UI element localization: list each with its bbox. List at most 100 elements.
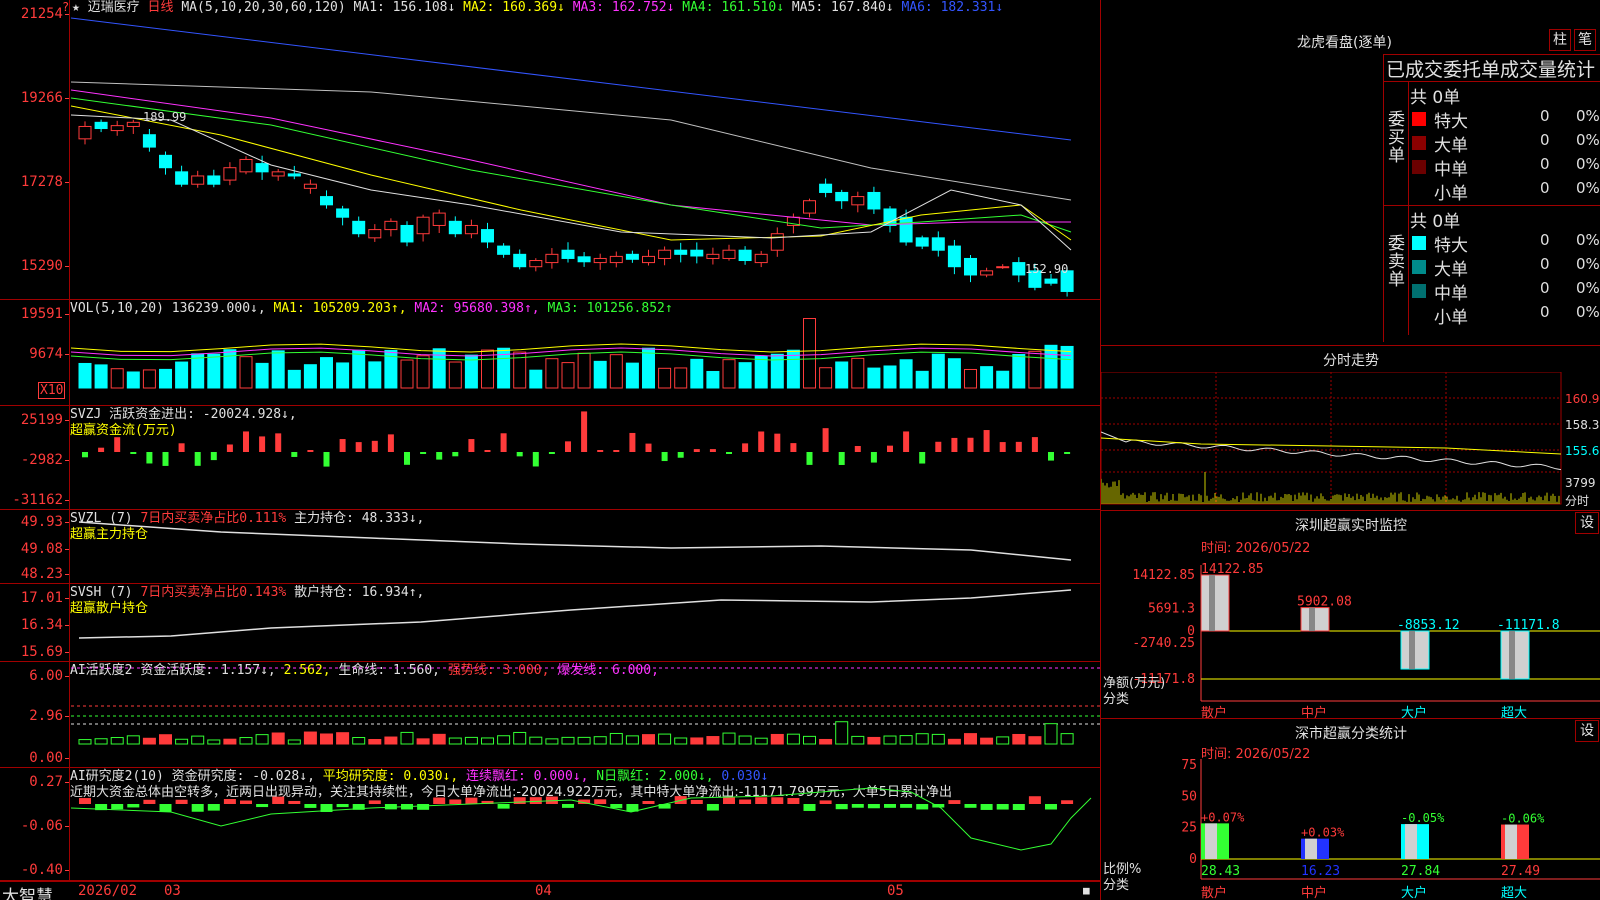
bar-mode-button[interactable]: 柱 bbox=[1549, 29, 1571, 51]
monitor-settings-button[interactable]: 设 bbox=[1575, 512, 1599, 534]
activity-bar bbox=[1028, 736, 1042, 745]
order-percent: 0% bbox=[1576, 231, 1600, 249]
research-bar bbox=[867, 804, 880, 809]
svzj-bar bbox=[404, 452, 410, 465]
brand-logo[interactable]: 大智慧 bbox=[2, 882, 53, 900]
svzj-bar bbox=[452, 452, 459, 457]
ma-line bbox=[71, 97, 1072, 233]
research-bar bbox=[610, 804, 623, 809]
classify-bar-chart: 75 50 25 0 比例%分类 +0.07% 28.43 散户 +0.03% 16.23 中户 -0… bbox=[1103, 758, 1600, 900]
order-size-row: 特大 0 0% bbox=[1408, 107, 1600, 132]
monitor-bar-shade bbox=[1509, 631, 1515, 679]
monitor-tick: 14122.85 bbox=[1132, 568, 1195, 583]
order-count: 0 bbox=[1540, 107, 1550, 125]
monitor-bar-shade bbox=[1409, 631, 1415, 670]
volume-bar bbox=[255, 362, 269, 389]
activity-bar bbox=[432, 733, 446, 745]
activity-bar bbox=[819, 738, 833, 745]
candle-body bbox=[336, 208, 350, 218]
volume-bar bbox=[142, 369, 156, 389]
order-count: 0 bbox=[1540, 255, 1550, 273]
order-size-row: 中单 0 0% bbox=[1408, 279, 1600, 304]
svzl-panel[interactable]: 49.93 49.08 48.23 SVZL (7) 7日内买卖净占比0.111… bbox=[0, 510, 1100, 584]
candle-body bbox=[255, 163, 269, 173]
activity-bar bbox=[674, 737, 688, 745]
volume-bar bbox=[287, 369, 301, 389]
research-bar bbox=[787, 798, 800, 804]
classify-value-label: 16.23 bbox=[1301, 864, 1340, 879]
ai-research-axis: 0.27 -0.06 -0.40 bbox=[0, 768, 70, 880]
right-panel: 龙虎看盘(逐单) 柱 笔 已成交委托单成交量统计 委买单 共 0单 特大 0 0% 大… bbox=[1100, 0, 1600, 900]
volume-panel[interactable]: 19591 9674 X10 VOL(5,10,20) 136239.000↓,… bbox=[0, 300, 1100, 406]
candle-body bbox=[867, 191, 881, 210]
classify-bar-shade bbox=[1305, 838, 1317, 859]
ai-activity-panel[interactable]: 6.00 2.96 0.00 AI活跃度2 资金活跃度: 1.157↓, 2.5… bbox=[0, 662, 1100, 768]
tick-mode-button[interactable]: 笔 bbox=[1574, 29, 1596, 51]
research-bar bbox=[948, 800, 961, 804]
volume-bar bbox=[867, 367, 881, 389]
research-bar bbox=[900, 804, 913, 808]
volume-bar bbox=[738, 362, 752, 389]
activity-bar bbox=[239, 737, 253, 745]
activity-bar bbox=[529, 736, 543, 745]
alert-flag[interactable]: ? bbox=[62, 0, 69, 14]
lock-icon[interactable]: ■ bbox=[1083, 884, 1090, 897]
classify-settings-button[interactable]: 设 bbox=[1575, 720, 1599, 742]
candle-body bbox=[803, 200, 816, 214]
svzj-bar bbox=[114, 437, 121, 452]
svzj-bar bbox=[259, 436, 266, 452]
sell-total: 共 0单 bbox=[1410, 212, 1461, 232]
svzj-bar bbox=[291, 452, 298, 457]
activity-bar bbox=[625, 735, 639, 745]
activity-bar bbox=[416, 738, 430, 745]
intraday-panel[interactable]: 分时走势 160.9 158.3 155.6 3799 分时 bbox=[1101, 345, 1600, 510]
svzj-bar bbox=[838, 452, 845, 465]
kline-panel[interactable]: 21254 19266 17278 15290 ? ★ 迈瑞医疗 日线 MA(5… bbox=[0, 0, 1100, 300]
activity-bar bbox=[94, 738, 108, 745]
intraday-tick: 158.3 bbox=[1565, 418, 1600, 432]
ai-research-panel[interactable]: 0.27 -0.06 -0.40 AI研究度2(10) 资金研究度: -0.02… bbox=[0, 768, 1100, 881]
svzj-bar bbox=[1031, 437, 1038, 452]
legend-swatch bbox=[1412, 236, 1426, 250]
activity-bar bbox=[207, 739, 221, 745]
svsh-panel[interactable]: 17.01 16.34 15.69 SVSH (7) 7日内买卖净占比0.143… bbox=[0, 584, 1100, 662]
classify-bar-shade bbox=[1505, 824, 1517, 859]
intraday-vol-tick: 3799 bbox=[1565, 476, 1596, 490]
svzj-bar bbox=[935, 441, 942, 452]
activity-bar bbox=[287, 739, 301, 745]
monitor-category: 大户 bbox=[1401, 705, 1427, 719]
legend-swatch bbox=[1412, 260, 1426, 274]
ai-activity-tick: 6.00 bbox=[29, 668, 69, 684]
ai-research-tick: 0.27 bbox=[29, 774, 69, 790]
svzj-bar bbox=[790, 443, 797, 452]
svzj-bar bbox=[1064, 452, 1071, 454]
monitor-value-label: 14122.85 bbox=[1201, 562, 1264, 577]
candle-body bbox=[175, 171, 189, 185]
classify-bar-shade bbox=[1405, 824, 1417, 859]
time-label: 03 bbox=[164, 883, 181, 899]
volume-bar bbox=[561, 362, 575, 389]
svzj-panel[interactable]: 25199 -2982 -31162 SVZJ 活跃资金进出: -20024.9… bbox=[0, 406, 1100, 510]
activity-bar bbox=[223, 738, 237, 745]
volume-tick: 9674 bbox=[29, 346, 69, 362]
volume-bar bbox=[545, 358, 559, 389]
candlestick-chart[interactable] bbox=[71, 0, 1100, 300]
svzj-bar bbox=[226, 444, 233, 452]
candle-body bbox=[947, 245, 961, 268]
order-count: 0 bbox=[1540, 303, 1550, 321]
svzj-bar bbox=[565, 441, 571, 452]
volume-bar bbox=[964, 368, 977, 389]
candle-body bbox=[481, 229, 494, 243]
candle-body bbox=[303, 183, 317, 189]
volume-bar bbox=[336, 362, 350, 389]
ma-line bbox=[71, 105, 1072, 241]
research-bar bbox=[851, 804, 864, 808]
monitor-xlabel: 分类 bbox=[1103, 692, 1129, 707]
candle-body bbox=[609, 255, 623, 264]
buy-side: 委买单 共 0单 特大 0 0% 大单 0 0% 中单 0 0% 小单 0 0% bbox=[1384, 81, 1600, 205]
sell-rows: 特大 0 0% 大单 0 0% 中单 0 0% 小单 0 0% bbox=[1408, 231, 1600, 328]
research-bar bbox=[79, 798, 91, 804]
research-bar bbox=[336, 804, 349, 808]
candle-body bbox=[915, 237, 929, 247]
volume-bar bbox=[271, 350, 285, 389]
